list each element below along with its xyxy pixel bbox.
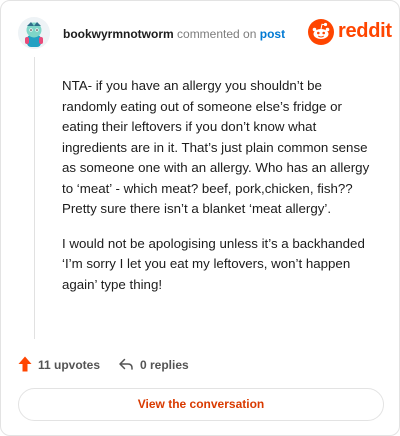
action-text: commented on: [177, 27, 257, 41]
reply-arrow-icon: [119, 358, 133, 370]
comment-header: bookwyrmnotworm commented on post reddit: [18, 17, 392, 51]
thread-line: [34, 57, 35, 339]
upvote-arrow-icon: [18, 356, 32, 372]
upvote-button[interactable]: 11 upvotes: [18, 355, 108, 375]
username-link[interactable]: bookwyrmnotworm: [63, 27, 174, 41]
post-link[interactable]: post: [260, 27, 285, 41]
snoo-avatar-icon: [18, 17, 50, 49]
reply-button[interactable]: 0 replies: [118, 355, 198, 375]
reddit-alien-icon: [308, 19, 334, 45]
comment-body: NTA- if you have an allergy you shouldn’…: [62, 76, 370, 309]
view-conversation-button[interactable]: View the conversation: [18, 388, 384, 421]
reddit-brand[interactable]: reddit: [308, 19, 392, 47]
upvote-count: 11 upvotes: [38, 358, 101, 372]
comment-paragraph: I would not be apologising unless it’s a…: [62, 235, 365, 292]
avatar[interactable]: [18, 17, 50, 49]
reply-count: 0 replies: [140, 358, 189, 372]
comment-card: bookwyrmnotworm commented on post reddit…: [0, 0, 400, 436]
comment-meta: bookwyrmnotworm commented on post: [63, 27, 285, 41]
reddit-wordmark: reddit: [338, 20, 392, 42]
comment-paragraph: NTA- if you have an allergy you shouldn’…: [62, 78, 370, 216]
